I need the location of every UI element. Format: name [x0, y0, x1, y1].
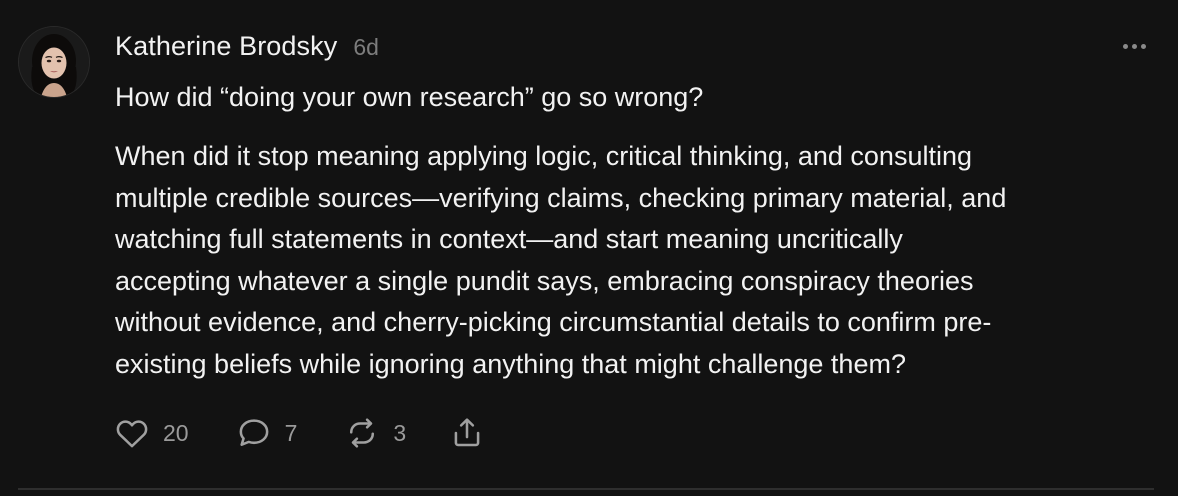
post-body-line: without evidence, and cherry-picking cir…	[115, 307, 992, 337]
like-count: 20	[163, 419, 189, 446]
more-options-button[interactable]	[1119, 36, 1149, 56]
repost-button[interactable]: 3	[343, 414, 406, 452]
post-card[interactable]: Katherine Brodsky 6d How did “doing your…	[0, 0, 1178, 496]
reply-count: 7	[284, 419, 298, 446]
avatar-image	[19, 27, 89, 97]
more-horizontal-icon	[1122, 43, 1128, 49]
post-body-line: watching full statements in context—and …	[115, 224, 903, 254]
post-headline: How did “doing your own research” go so …	[115, 82, 704, 112]
divider	[18, 488, 1154, 490]
comment-bubble-icon	[239, 419, 269, 446]
heart-icon	[116, 420, 148, 448]
post-timestamp[interactable]: 6d	[353, 34, 379, 61]
post-body: When did it stop meaning applying logic,…	[115, 136, 1155, 385]
share-upload-icon	[454, 418, 480, 447]
repost-count: 3	[393, 419, 407, 446]
post-header: Katherine Brodsky 6d	[115, 31, 379, 65]
repost-arrows-icon	[350, 418, 375, 448]
post-body-line: existing beliefs while ignoring anything…	[115, 348, 906, 379]
author-name[interactable]: Katherine Brodsky	[115, 31, 337, 62]
post-body-line: When did it stop meaning applying logic,…	[115, 141, 972, 171]
share-button[interactable]	[448, 414, 486, 452]
like-button[interactable]: 20	[113, 414, 189, 452]
reply-button[interactable]: 7	[235, 414, 298, 452]
post-body-line: accepting whatever a single pundit says,…	[115, 265, 974, 296]
post-actions: 20 7 3	[113, 412, 486, 454]
post-body-line: multiple credible sources—verifying clai…	[115, 182, 1007, 213]
avatar[interactable]	[19, 27, 89, 97]
